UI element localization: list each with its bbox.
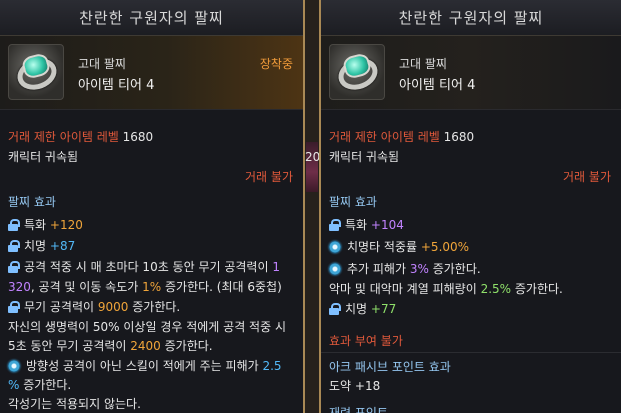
effect-line: 각성기는 적용되지 않는다. [8,397,141,411]
background-gap [305,0,319,413]
effect-line: 방향성 공격이 아닌 스킬이 적에게 주는 피해가 2.5 [8,357,282,374]
effect-line: 특화 +120 [8,216,83,233]
effect-line-cont: 5초 동안 무기 공격력이 2400 증가한다. [8,339,213,353]
apply-unavailable: 효과 부여 불가 [329,334,403,348]
lock-icon [8,261,20,273]
effect-line: 무기 공격력이 9000 증가한다. [8,298,180,315]
item-header: 고대 팔찌 아이템 티어 4 [321,36,621,110]
item-tier: 아이템 티어 4 [78,78,155,93]
swirl-icon [329,241,341,253]
trade-level-label: 거래 제한 아이템 레벨 [329,130,440,144]
lock-icon [329,219,341,231]
lock-icon [8,219,20,231]
bracelet-icon [329,44,385,100]
effect-line: 추가 피해가 3% 증가한다. [329,260,481,277]
item-grade: 고대 팔찌 [78,57,126,71]
effect-line: 치명 +77 [329,300,396,317]
trade-level-value: 1680 [122,130,154,144]
effect-line: 특화 +104 [329,216,404,233]
effect-line: 악마 및 대악마 계열 피해량이 2.5% 증가한다. [329,282,563,296]
effect-line: 치명타 적중률 +5.00% [329,238,469,255]
effect-line-cont: 320, 공격 및 이동 속도가 1% 증가한다. (최대 6중첩) [8,280,282,294]
ark-passive-header: 아크 패시브 포인트 효과 [329,360,451,374]
lock-icon [329,303,341,315]
trade-level-label: 거래 제한 아이템 레벨 [8,130,119,144]
effect-line: 치명 +87 [8,237,75,254]
effect-line: 공격 적중 시 매 초마다 10초 동안 무기 공격력이 1 [8,258,280,275]
equipped-badge: 장착중 [259,57,293,71]
refine-header: 재련 포인트 [329,406,389,413]
item-name-title: 찬란한 구원자의 팔찌 [0,0,303,36]
trade-level-value: 1680 [443,130,475,144]
background-fragment: 20 [305,150,321,164]
trade-level-row: 거래 제한 아이템 레벨 1680 [329,128,474,145]
effect-line: 자신의 생명력이 50% 이상일 경우 적에게 공격 적중 시 [8,320,286,334]
lock-icon [8,301,20,313]
effect-header: 팔찌 효과 [8,195,56,209]
bound-status: 캐릭터 귀속됨 [329,150,400,164]
equipped-item-tooltip: 찬란한 구원자의 팔찌 고대 팔찌 아이템 티어 4 장착중 거래 제한 아이템… [0,0,305,413]
compare-item-tooltip: 찬란한 구원자의 팔찌 고대 팔찌 아이템 티어 4 거래 제한 아이템 레벨 … [319,0,621,413]
bracelet-icon [8,44,64,100]
effect-header: 팔찌 효과 [329,195,377,209]
effect-line-cont: % 증가한다. [8,378,72,392]
item-grade: 고대 팔찌 [399,57,447,71]
trade-status: 거래 불가 [563,170,611,184]
ark-passive-value: 도약 +18 [329,379,381,393]
item-name-title: 찬란한 구원자의 팔찌 [321,0,621,36]
trade-level-row: 거래 제한 아이템 레벨 1680 [8,128,153,145]
swirl-icon [8,360,20,372]
lock-icon [8,240,20,252]
bound-status: 캐릭터 귀속됨 [8,150,79,164]
item-tier: 아이템 티어 4 [399,78,476,93]
item-header: 고대 팔찌 아이템 티어 4 장착중 [0,36,303,110]
swirl-icon [329,263,341,275]
trade-status: 거래 불가 [245,170,293,184]
